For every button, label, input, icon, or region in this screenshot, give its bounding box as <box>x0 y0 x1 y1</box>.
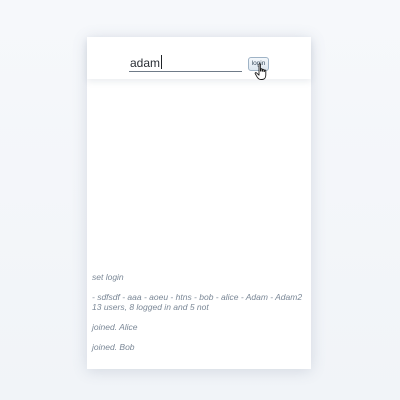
hand-pointer-icon <box>254 63 267 80</box>
message-log: set login - sdfsdf - aaa - aoeu - htns -… <box>92 272 306 352</box>
log-message-user-list: - sdfsdf - aaa - aoeu - htns - bob - ali… <box>92 292 303 302</box>
chat-panel: login set login - sdfsdf - aaa - aoeu - … <box>87 37 311 369</box>
username-input[interactable] <box>129 54 242 72</box>
page: login set login - sdfsdf - aaa - aoeu - … <box>0 0 400 400</box>
log-message-joined-bob: joined. Bob <box>92 342 135 352</box>
log-message-joined-alice: joined. Alice <box>92 322 138 332</box>
log-message-set-login: set login <box>92 272 124 282</box>
log-message-user-summary: 13 users, 8 logged in and 5 not <box>92 302 209 312</box>
login-bar: login <box>87 37 311 80</box>
text-caret <box>161 55 162 69</box>
